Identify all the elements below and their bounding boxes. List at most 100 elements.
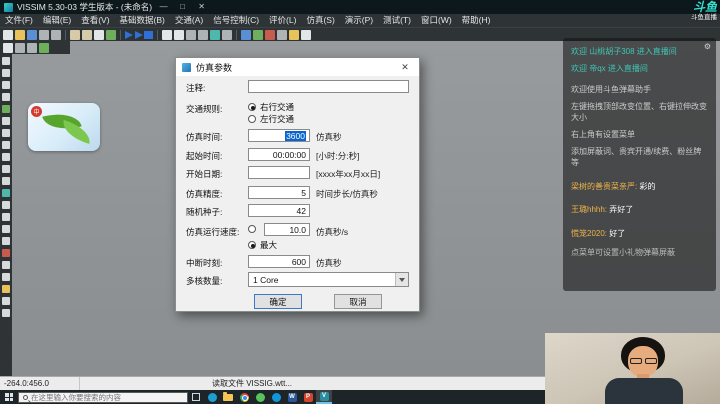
task-view-icon[interactable] <box>188 390 204 404</box>
comment-input[interactable] <box>248 80 409 93</box>
help-icon[interactable] <box>301 29 311 40</box>
menu-view[interactable]: 查看(V) <box>76 14 114 27</box>
menu-help[interactable]: 帮助(H) <box>457 14 496 27</box>
wechat-icon[interactable] <box>252 390 268 404</box>
menu-presentation[interactable]: 演示(P) <box>340 14 378 27</box>
tile-windows-icon[interactable] <box>15 42 25 53</box>
vehicle-inputs-icon[interactable] <box>2 153 10 161</box>
media-player-icon[interactable]: P <box>300 390 316 404</box>
sim-speed-max-radio[interactable]: 最大 <box>248 239 277 251</box>
undo-icon[interactable] <box>106 29 116 40</box>
search-input[interactable] <box>31 392 183 402</box>
transit-stops-icon[interactable] <box>2 213 10 221</box>
ok-button[interactable]: 确定 <box>254 294 302 309</box>
left-traffic-radio[interactable]: 左行交通 <box>248 113 294 125</box>
pan-icon[interactable] <box>198 29 208 40</box>
copy-icon[interactable] <box>82 29 92 40</box>
print-icon[interactable] <box>51 29 61 40</box>
run-stop-icon[interactable] <box>145 30 153 39</box>
danmaku-overlay[interactable]: 欢迎 山桃胡子308 进入直播间 欢迎 帝qx 进入直播间 欢迎使用斗鱼弹幕助手… <box>563 38 716 291</box>
start-date-input[interactable] <box>248 166 310 179</box>
reduced-speed-icon[interactable] <box>2 105 10 113</box>
menu-bar: 文件(F) 编辑(E) 查看(V) 基础数据(B) 交通(A) 信号控制(C) … <box>0 14 720 27</box>
explorer-icon[interactable] <box>220 390 236 404</box>
read-additionally-icon[interactable] <box>39 29 49 40</box>
detectors-icon[interactable] <box>277 29 287 40</box>
background-icon[interactable] <box>2 309 10 317</box>
break-at-input[interactable]: 600 <box>248 255 310 268</box>
measurement-points-icon[interactable] <box>2 249 10 257</box>
vissim-taskbar-icon[interactable]: V <box>316 390 332 404</box>
parking-lots-icon[interactable] <box>2 201 10 209</box>
cancel-button[interactable]: 取消 <box>334 294 382 309</box>
travel-time-icon[interactable] <box>2 261 10 269</box>
routes-icon[interactable] <box>2 165 10 173</box>
zoom-in-icon[interactable] <box>162 29 172 40</box>
links-icon[interactable] <box>241 29 251 40</box>
priority-rules-icon[interactable] <box>2 189 10 197</box>
new-file-icon[interactable] <box>3 29 13 40</box>
transit-lines-icon[interactable] <box>2 225 10 233</box>
chevron-down-icon[interactable] <box>395 273 408 286</box>
nodes-icon[interactable] <box>2 237 10 245</box>
new-window-icon[interactable] <box>3 42 13 53</box>
dialog-close-icon[interactable] <box>397 62 413 73</box>
maximize-button[interactable] <box>175 0 190 14</box>
menu-base-data[interactable]: 基础数据(B) <box>115 14 170 27</box>
taskbar-search[interactable] <box>18 391 188 403</box>
menu-evaluation[interactable]: 评价(L) <box>264 14 301 27</box>
menu-signal-control[interactable]: 信号控制(C) <box>208 14 264 27</box>
minimize-button[interactable] <box>156 0 171 14</box>
start-time-input[interactable]: 00:00:00 <box>248 148 310 161</box>
connectors-icon[interactable] <box>253 29 263 40</box>
stop-signs-icon[interactable] <box>2 117 10 125</box>
dialog-title-bar[interactable]: 仿真参数 <box>176 58 419 76</box>
random-seed-input[interactable]: 42 <box>248 204 310 217</box>
links-mode-icon[interactable] <box>2 69 10 77</box>
save-icon[interactable] <box>27 29 37 40</box>
glasses-icon <box>630 358 642 364</box>
signal-heads-mode-icon[interactable] <box>2 129 10 137</box>
conflict-areas-icon[interactable] <box>2 177 10 185</box>
cores-select[interactable]: 1 Core <box>248 272 409 287</box>
run-single-step-icon[interactable] <box>135 30 146 39</box>
menu-window[interactable]: 窗口(W) <box>416 14 457 27</box>
cascade-windows-icon[interactable] <box>27 42 37 53</box>
word-icon[interactable]: W <box>284 390 300 404</box>
run-continuous-icon[interactable] <box>125 30 133 39</box>
resolution-input[interactable]: 5 <box>248 186 310 199</box>
sim-time-input[interactable]: 3600 <box>248 129 310 142</box>
open-file-icon[interactable] <box>15 29 25 40</box>
desired-speed-icon[interactable] <box>2 93 10 101</box>
paste-icon[interactable] <box>94 29 104 40</box>
edge-icon[interactable] <box>204 390 220 404</box>
signal-heads-icon[interactable] <box>265 29 275 40</box>
sim-speed-input[interactable]: 10.0 <box>264 223 310 236</box>
close-window-button[interactable] <box>194 0 209 14</box>
detectors-mode-icon[interactable] <box>2 141 10 149</box>
menu-traffic[interactable]: 交通(A) <box>170 14 208 27</box>
traffic-rule-label: 交通规则: <box>186 104 223 114</box>
qq-icon[interactable] <box>268 390 284 404</box>
menu-test[interactable]: 测试(T) <box>378 14 416 27</box>
right-traffic-radio[interactable]: 右行交通 <box>248 101 294 113</box>
cut-icon[interactable] <box>70 29 80 40</box>
chrome-icon[interactable] <box>236 390 252 404</box>
sim-speed-value-radio[interactable] <box>248 225 256 233</box>
start-button[interactable] <box>0 390 18 404</box>
connectors-mode-icon[interactable] <box>2 81 10 89</box>
queue-counters-icon[interactable] <box>2 273 10 281</box>
menu-file[interactable]: 文件(F) <box>0 14 38 27</box>
zoom-out-icon[interactable] <box>174 29 184 40</box>
evaluation-icon[interactable] <box>289 29 299 40</box>
measure-icon[interactable] <box>222 29 232 40</box>
data-points-icon[interactable] <box>2 285 10 293</box>
gear-icon[interactable] <box>704 41 711 53</box>
rotate-network-icon[interactable] <box>210 29 220 40</box>
pavement-markings-icon[interactable] <box>2 297 10 305</box>
zoom-window-icon[interactable] <box>186 29 196 40</box>
refresh-icon[interactable] <box>39 42 49 53</box>
menu-edit[interactable]: 编辑(E) <box>38 14 76 27</box>
menu-simulation[interactable]: 仿真(S) <box>301 14 339 27</box>
select-mode-icon[interactable] <box>2 57 10 65</box>
